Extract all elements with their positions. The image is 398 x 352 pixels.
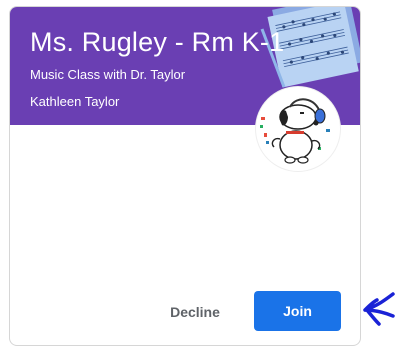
class-section: Music Class with Dr. Taylor	[30, 67, 186, 82]
class-title[interactable]: Ms. Rugley - Rm K-1	[30, 27, 284, 58]
hand-drawn-arrow-icon	[363, 292, 395, 326]
class-invite-card: Ms. Rugley - Rm K-1 Music Class with Dr.…	[9, 6, 361, 346]
teacher-name: Kathleen Taylor	[30, 94, 120, 109]
snoopy-headphones-icon	[260, 98, 330, 164]
join-button[interactable]: Join	[254, 291, 341, 331]
decline-button[interactable]: Decline	[155, 294, 235, 330]
class-avatar	[256, 87, 340, 171]
